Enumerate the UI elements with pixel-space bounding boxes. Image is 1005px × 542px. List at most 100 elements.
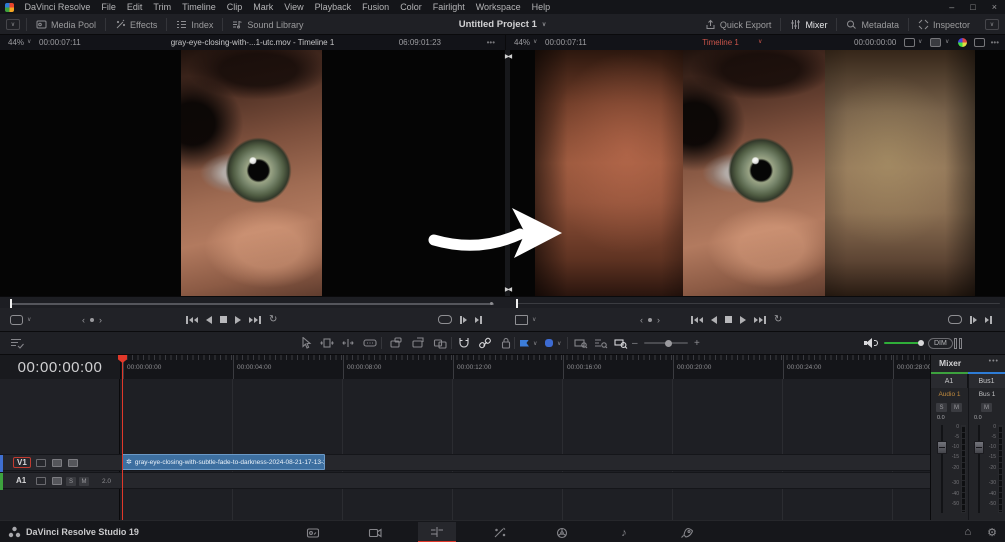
- stop-button[interactable]: [725, 316, 732, 323]
- page-deliver-button[interactable]: [668, 522, 706, 542]
- jog-left-icon[interactable]: ‹: [82, 315, 85, 325]
- source-scrub-bar[interactable]: [10, 303, 494, 305]
- menu-fairlight[interactable]: Fairlight: [427, 0, 470, 14]
- index-button[interactable]: Index: [167, 14, 222, 35]
- play-reverse-button[interactable]: [206, 315, 212, 324]
- menu-mark[interactable]: Mark: [248, 0, 279, 14]
- audio-track-name[interactable]: A1: [16, 476, 26, 485]
- jog-dot-icon[interactable]: [648, 317, 652, 322]
- timeline-more-icon[interactable]: •••: [991, 35, 999, 50]
- timeline-clip[interactable]: ✲ gray-eye-closing-with-subtle-fade-to-d…: [122, 454, 325, 470]
- custom-zoom-button[interactable]: [614, 332, 628, 354]
- jog-left-icon[interactable]: ‹: [640, 315, 643, 325]
- panel-toggle-left-icon[interactable]: ∨: [6, 19, 20, 30]
- full-extent-zoom-button[interactable]: [574, 332, 588, 354]
- audio-track-lane[interactable]: [120, 472, 930, 489]
- stop-button[interactable]: [220, 316, 227, 323]
- page-fusion-button[interactable]: [481, 522, 519, 542]
- minimize-icon[interactable]: –: [949, 2, 954, 12]
- zoom-in-button[interactable]: +: [694, 332, 700, 354]
- match-frame-button[interactable]: [475, 315, 482, 324]
- insert-clip-button[interactable]: [389, 332, 403, 354]
- mixer-button[interactable]: Mixer: [781, 14, 836, 35]
- last-frame-button[interactable]: [754, 315, 766, 324]
- settings-gear-icon[interactable]: ⚙: [987, 526, 997, 539]
- source-view-mode-icon[interactable]: [10, 314, 23, 325]
- timeline-viewer-image-right-blur[interactable]: [825, 50, 975, 296]
- detail-zoom-button[interactable]: [594, 332, 608, 354]
- quick-export-button[interactable]: Quick Export: [696, 14, 781, 35]
- loop-button[interactable]: ↻: [774, 314, 782, 325]
- effects-button[interactable]: Effects: [106, 14, 166, 35]
- overwrite-clip-button[interactable]: [411, 332, 425, 354]
- jog-right-icon[interactable]: ›: [657, 315, 660, 325]
- track-lock-icon[interactable]: [36, 477, 46, 485]
- mixer-mute-button[interactable]: M: [951, 403, 962, 412]
- menu-view[interactable]: View: [279, 0, 309, 14]
- loop-range-icon[interactable]: [948, 315, 962, 324]
- timeline-view-mode-icon[interactable]: [515, 314, 528, 325]
- play-button[interactable]: [235, 315, 241, 324]
- timeline-title[interactable]: Timeline 1: [702, 35, 739, 50]
- match-frame-button[interactable]: [985, 315, 992, 324]
- grab-still-icon[interactable]: [904, 38, 915, 47]
- maximize-icon[interactable]: □: [970, 2, 975, 12]
- play-around-button[interactable]: [970, 315, 977, 324]
- menu-workspace[interactable]: Workspace: [470, 0, 526, 14]
- video-track-name[interactable]: V1: [13, 457, 31, 468]
- source-scrub-playhead[interactable]: [10, 299, 12, 308]
- play-button[interactable]: [740, 315, 746, 324]
- jog-right-icon[interactable]: ›: [99, 315, 102, 325]
- loop-range-icon[interactable]: [438, 315, 452, 324]
- zoom-slider[interactable]: [644, 332, 688, 354]
- timeline-ruler[interactable]: 00:00:00:00 00:00:04:00 00:00:08:00 00:0…: [120, 355, 930, 379]
- audio-track-header[interactable]: A1 S M 2.0: [0, 472, 120, 490]
- volume-slider-knob[interactable]: [918, 340, 924, 346]
- home-icon[interactable]: ⌂: [964, 526, 971, 538]
- link-clips-button[interactable]: [478, 332, 492, 354]
- menu-file[interactable]: File: [96, 0, 122, 14]
- menu-clip[interactable]: Clip: [221, 0, 248, 14]
- color-viewer-icon[interactable]: [958, 38, 967, 47]
- divider-handle-bottom-icon[interactable]: ▶◀: [501, 286, 514, 293]
- metadata-button[interactable]: Metadata: [837, 14, 908, 35]
- sound-library-button[interactable]: Sound Library: [223, 14, 312, 35]
- track-lock-icon[interactable]: [36, 459, 46, 467]
- timeline-jog-control[interactable]: ‹ ›: [640, 308, 660, 331]
- project-title[interactable]: Untitled Project 1 ∨: [459, 14, 547, 35]
- loop-button[interactable]: ↻: [269, 314, 277, 325]
- timeline-scrub-bar[interactable]: [516, 303, 1000, 304]
- menu-help[interactable]: Help: [526, 0, 556, 14]
- source-more-icon[interactable]: •••: [487, 35, 495, 50]
- video-track-header[interactable]: V1: [0, 454, 120, 472]
- divider-handle-top-icon[interactable]: ▶◀: [501, 53, 514, 60]
- page-media-button[interactable]: [294, 522, 332, 542]
- media-pool-button[interactable]: Media Pool: [27, 14, 105, 35]
- play-reverse-button[interactable]: [711, 315, 717, 324]
- inspector-button[interactable]: Inspector: [909, 14, 979, 35]
- last-frame-button[interactable]: [249, 315, 261, 324]
- flag-color-dropdown[interactable]: ∨: [533, 332, 537, 354]
- snapping-button[interactable]: [457, 332, 471, 354]
- zoom-slider-knob[interactable]: [665, 339, 672, 347]
- menu-fusion[interactable]: Fusion: [357, 0, 395, 14]
- mixer-strip-tab[interactable]: Bus1: [968, 374, 1005, 388]
- volume-slider[interactable]: [884, 332, 924, 354]
- menu-playback[interactable]: Playback: [309, 0, 357, 14]
- first-frame-button[interactable]: [186, 315, 198, 324]
- mixer-strip-name[interactable]: Audio 1: [931, 388, 968, 401]
- source-clip-timecode[interactable]: 00:00:07:11: [39, 35, 81, 50]
- menu-trim[interactable]: Trim: [148, 0, 177, 14]
- timeline-viewer-image[interactable]: [683, 50, 825, 296]
- playhead-line[interactable]: [122, 355, 123, 520]
- source-zoom-level[interactable]: 44%: [8, 35, 24, 50]
- page-cut-button[interactable]: [356, 522, 394, 542]
- timeline-scrub-playhead[interactable]: [516, 299, 518, 308]
- solo-button[interactable]: S: [66, 477, 76, 486]
- panel-toggle-right-icon[interactable]: ∨: [985, 19, 999, 30]
- menu-app[interactable]: DaVinci Resolve: [19, 0, 96, 14]
- zoom-out-button[interactable]: –: [632, 332, 638, 354]
- mute-button[interactable]: M: [79, 477, 89, 486]
- timeline-clip-timecode[interactable]: 00:00:07:11: [545, 35, 587, 50]
- auto-select-icon[interactable]: [52, 459, 62, 467]
